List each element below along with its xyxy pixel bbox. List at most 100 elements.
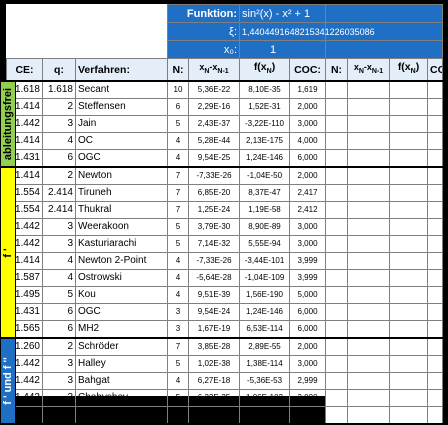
xi-label: ξ:: [166, 22, 241, 41]
funktion-value: sin²(x) - x² + 1: [239, 4, 327, 23]
empty-cell: [325, 320, 349, 340]
q-cell: 3: [42, 235, 76, 254]
verfahren-cell: OGC: [75, 303, 168, 322]
verfahren-cell: Steffensen: [75, 98, 168, 117]
coc-cell: 2,000: [289, 337, 327, 357]
q-cell: 6: [42, 303, 76, 322]
column-header-row: CE: q: Verfahren: N: xN-xN-1 f(xN) COC: …: [6, 58, 444, 83]
col-q: q:: [42, 58, 76, 83]
diff-cell: -7,33E-26: [187, 252, 241, 271]
n-cell: 5: [167, 355, 189, 374]
empty-cell: [427, 337, 444, 357]
q-cell: 5: [42, 286, 76, 305]
coc-cell: 5,000: [289, 286, 327, 305]
empty-cell: [389, 235, 429, 254]
empty-cell: [389, 303, 429, 322]
empty-cell: [389, 201, 429, 220]
empty-cell: [325, 166, 349, 186]
empty-cell: [389, 320, 429, 340]
empty-cell: [347, 320, 391, 340]
x0-value: 1: [239, 40, 327, 59]
coc-cell: 3,999: [289, 269, 327, 288]
verfahren-cell: Kasturiarachi: [75, 235, 168, 254]
empty-cell: [347, 303, 391, 322]
q-cell: 3: [42, 115, 76, 134]
diff-cell: 9,51E-39: [187, 286, 241, 305]
empty-cell: [389, 132, 429, 151]
verfahren-cell: Ostrowski: [75, 269, 168, 288]
n-cell: 7: [167, 337, 189, 357]
header-row-x0: x₀: 1: [6, 40, 444, 59]
table-row: 1.442 3 Halley 5 1,02E-38 1,38E-114 3,000: [6, 355, 444, 374]
empty-cell: [325, 286, 349, 305]
verfahren-cell: OGC: [75, 149, 168, 169]
q-cell: 6: [42, 320, 76, 340]
empty-cell: [347, 166, 391, 186]
table-row: 1.414 2 Newton 7 -7,33E-26 -1,04E-50 2,000: [6, 166, 444, 186]
q-cell: 2: [42, 98, 76, 117]
empty-cell: [427, 286, 444, 305]
empty-cell: [347, 252, 391, 271]
fx-cell: 1,38E-114: [239, 355, 291, 374]
coc-cell: 1,619: [289, 80, 327, 100]
table-row: 1.554 2.414 Thukral 7 1,25E-24 1,19E-58 2,412: [6, 201, 444, 220]
empty-cell: [325, 372, 349, 391]
diff-cell: 1,02E-38: [187, 355, 241, 374]
n-cell: 4: [167, 132, 189, 151]
n-cell: 7: [167, 184, 189, 203]
col-ce: CE:: [6, 58, 43, 83]
empty-cell: [427, 80, 444, 100]
n-cell: 5: [167, 115, 189, 134]
table-row: 1.431 6 MH1 3 9,04E-19 5,70E-110 5,999: [6, 406, 444, 425]
empty-cell: [427, 149, 444, 169]
verfahren-cell: Thukral: [75, 201, 168, 220]
empty-cell: [347, 372, 391, 391]
table-row: 1.442 3 Kasturiarachi 5 7,14E-32 5,55E-94 3,00…: [6, 235, 444, 254]
fx-cell: 8,37E-47: [239, 184, 291, 203]
q-cell: 2: [42, 166, 76, 186]
table-row: 1.414 4 Newton 2-Point 4 -7,33E-26 -3,44E-101…: [6, 252, 444, 271]
coc-cell: 2,999: [289, 372, 327, 391]
n-cell: 5: [167, 218, 189, 237]
col-fx: f(xN): [239, 58, 291, 83]
header-row-xi: ξ: 1,4404491648215341226035086: [6, 22, 444, 41]
coc-cell: 3,000: [289, 355, 327, 374]
empty-cell: [389, 149, 429, 169]
q-cell: 3: [42, 389, 76, 408]
fx-cell: 2,13E-175: [239, 132, 291, 151]
empty-cell: [389, 115, 429, 134]
empty-cell: [427, 320, 444, 340]
empty-cell: [389, 166, 429, 186]
n-cell: 4: [167, 269, 189, 288]
n-cell: 7: [167, 201, 189, 220]
group-band-g1: ableitungsfrei: [0, 81, 16, 168]
empty-cell: [427, 184, 444, 203]
empty-cell: [325, 115, 349, 134]
empty-cell: [325, 218, 349, 237]
q-cell: 6: [42, 406, 76, 425]
empty-cell: [427, 132, 444, 151]
table-row: 1.495 5 Kou 4 9,51E-39 1,56E-190 5,000: [6, 286, 444, 305]
fx-cell: 8,90E-89: [239, 218, 291, 237]
empty-cell: [389, 218, 429, 237]
empty-cell: [325, 201, 349, 220]
diff-cell: 9,54E-25: [187, 149, 241, 169]
x0-label: x₀:: [166, 40, 241, 59]
n-cell: 4: [167, 372, 189, 391]
table-row: 1.442 3 Weerakoon 5 3,79E-30 8,90E-89 3,000: [6, 218, 444, 237]
verfahren-cell: Kou: [75, 286, 168, 305]
diff-cell: 3,79E-30: [187, 218, 241, 237]
empty-cell: [427, 235, 444, 254]
empty-cell: [347, 184, 391, 203]
fx-cell: 8,10E-35: [239, 80, 291, 100]
fx-cell: 1,24E-146: [239, 149, 291, 169]
table-row: 1.431 6 OGC 3 9,54E-24 1,24E-146 6,000: [6, 303, 444, 322]
coc-cell: 3,000: [289, 389, 327, 408]
empty-cell: [427, 98, 444, 117]
coc-cell: 6,000: [289, 320, 327, 340]
verfahren-cell: Chebyshev: [75, 389, 168, 408]
coc-cell: 2,000: [289, 166, 327, 186]
empty-cell: [347, 80, 391, 100]
empty-cell: [347, 235, 391, 254]
empty-cell: [347, 269, 391, 288]
